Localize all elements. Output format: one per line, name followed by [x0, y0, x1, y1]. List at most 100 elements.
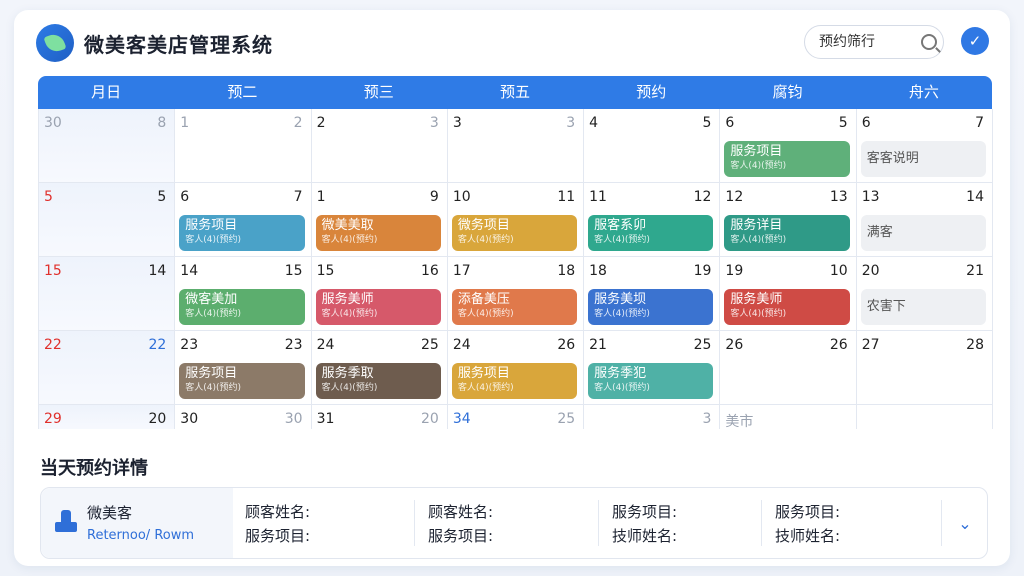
- appointment-subtitle: 客人(4)(预约): [730, 235, 787, 245]
- day-number: 15: [316, 263, 335, 279]
- day-number: 3: [452, 115, 462, 131]
- day-count: 19: [693, 263, 712, 279]
- appointment-subtitle: 客人(4)(预约): [321, 235, 378, 245]
- appointment-chip[interactable]: 微客美加 客人(4)(预约): [179, 289, 305, 325]
- day-number: 23: [180, 337, 199, 353]
- check-icon: ✓: [968, 32, 982, 50]
- calendar-day-cell[interactable]: 12 13 服务详目 客人(4)(预约): [720, 183, 857, 257]
- day-count: 14: [148, 263, 167, 279]
- calendar-weekday-header: 月日 预二 预三 预五 预约 腐钧 舟六: [38, 76, 992, 109]
- calendar-day-cell[interactable]: 19 10 服务美师 客人(4)(预约): [720, 257, 857, 331]
- day-number: 26: [725, 337, 744, 353]
- calendar-day-cell[interactable]: [856, 405, 993, 429]
- day-number: 30: [180, 411, 199, 427]
- appointment-chip[interactable]: 服务美师 客人(4)(预约): [724, 289, 850, 325]
- appointment-chip[interactable]: 服务项目 客人(4)(预约): [724, 141, 850, 177]
- calendar-day-cell[interactable]: 6 7 服务项目 客人(4)(预约): [175, 183, 312, 257]
- store-info[interactable]: 微美客 Reternoo/ Rowm: [41, 488, 233, 558]
- day-count: 18: [557, 263, 576, 279]
- calendar-day-cell[interactable]: 23: [311, 109, 448, 183]
- calendar-day-cell[interactable]: 15 16 服务美师 客人(4)(预约): [311, 257, 448, 331]
- appointment-chip[interactable]: 服务美师 客人(4)(预约): [315, 289, 441, 325]
- calendar-day-cell[interactable]: 1 9 微美美取 客人(4)(预约): [311, 183, 448, 257]
- day-number: 13: [861, 189, 880, 205]
- calendar-day-cell[interactable]: 23 23 服务项目 客人(4)(预约): [175, 331, 312, 405]
- calendar-day-cell[interactable]: 45: [584, 109, 721, 183]
- detail-column: 服务项目: 技师姓名:: [775, 500, 840, 548]
- calendar-day-cell[interactable]: 11 12 服客系卯 客人(4)(预约): [584, 183, 721, 257]
- appointment-chip[interactable]: 添备美压 客人(4)(预约): [451, 289, 578, 325]
- day-number: 27: [861, 337, 880, 353]
- calendar-day-cell[interactable]: 美市: [720, 405, 857, 429]
- calendar-day-cell[interactable]: 22 22: [39, 331, 176, 405]
- calendar-day-cell[interactable]: 10 11 微务项目 客人(4)(预约): [447, 183, 585, 257]
- day-number: 31: [316, 411, 335, 427]
- day-count: 20: [148, 411, 167, 427]
- day-count: 14: [966, 189, 984, 205]
- appointment-title: 服务美坝: [594, 292, 647, 307]
- calendar-day-cell[interactable]: 21 25 服务季犯 客人(4)(预约): [584, 331, 721, 405]
- calendar-day-cell[interactable]: 6 5 服务项目 客人(4)(预约): [720, 109, 857, 183]
- day-number: 24: [452, 337, 471, 353]
- calendar-day-cell[interactable]: 27 28: [856, 331, 993, 405]
- detail-column: 顾客姓名: 服务项目:: [245, 500, 310, 548]
- day-number: 17: [452, 263, 471, 279]
- calendar-day-cell[interactable]: 30 30: [175, 405, 312, 429]
- expand-button[interactable]: ⌄: [955, 514, 975, 534]
- appointment-title: 服务季犯: [594, 366, 647, 381]
- appointment-chip[interactable]: 农害下: [860, 289, 986, 325]
- calendar-day-cell[interactable]: 17 18 添备美压 客人(4)(预约): [447, 257, 585, 331]
- day-number: 22: [44, 337, 62, 353]
- calendar-day-cell[interactable]: 13 14 满客: [856, 183, 993, 257]
- detail-field-label: 服务项目:: [612, 503, 678, 521]
- detail-column: 顾客姓名: 服务项目:: [428, 500, 493, 548]
- detail-field-label: 服务项目:: [245, 527, 311, 545]
- appointment-chip[interactable]: 服务项目 客人(4)(预约): [451, 363, 578, 399]
- appointment-subtitle: 客人(4)(预约): [321, 383, 378, 393]
- appointment-chip[interactable]: 服务详目 客人(4)(预约): [724, 215, 850, 251]
- calendar-day-cell[interactable]: 31 20: [311, 405, 448, 429]
- calendar-grid: 30 8 1 2 2 3 3 3 4 5 6 5 服务项目 客人(4)(预约) 6 7 客客说明 5 5 6 7 服务项目…: [38, 109, 993, 429]
- appointment-chip[interactable]: 服客系卯 客人(4)(预约): [588, 215, 714, 251]
- appointment-title: 微务项目: [457, 218, 510, 233]
- day-number: 6: [180, 189, 190, 205]
- calendar-day-cell[interactable]: 18 19 服务美坝 客人(4)(预约): [584, 257, 721, 331]
- appointment-chip[interactable]: 服务季犯 客人(4)(预约): [588, 363, 714, 399]
- appointment-chip[interactable]: 满客: [860, 215, 986, 251]
- day-count: 10: [829, 263, 848, 279]
- appointment-subtitle: 客人(4)(预约): [457, 309, 514, 319]
- calendar-day-cell[interactable]: 6 7 客客说明: [856, 109, 993, 183]
- calendar-day-cell[interactable]: 15 14: [39, 257, 176, 331]
- search-box[interactable]: [804, 25, 944, 59]
- appointment-chip[interactable]: 服务美坝 客人(4)(预约): [588, 289, 714, 325]
- calendar-day-cell[interactable]: 34 25: [447, 405, 585, 429]
- app-title: 微美客美店管理系统: [84, 33, 273, 57]
- calendar-day-cell[interactable]: 24 26 服务项目 客人(4)(预约): [447, 331, 585, 405]
- appointment-title: 服务美师: [730, 292, 783, 307]
- day-number: 18: [589, 263, 607, 279]
- section-title: 当天预约详情: [40, 458, 148, 479]
- search-icon[interactable]: [921, 34, 937, 50]
- appointment-chip[interactable]: 微美美取 客人(4)(预约): [315, 215, 441, 251]
- calendar-day-cell[interactable]: 20 21 农害下: [856, 257, 993, 331]
- day-number: 20: [861, 263, 880, 279]
- calendar-day-cell[interactable]: 29 20: [39, 405, 176, 429]
- appointment-chip[interactable]: 服务项目 客人(4)(预约): [179, 215, 305, 251]
- appointment-chip[interactable]: 服务项目 客人(4)(预约): [179, 363, 305, 399]
- calendar-day-cell[interactable]: 12: [175, 109, 312, 183]
- calendar-day-cell[interactable]: 30 8: [39, 109, 176, 183]
- appointment-subtitle: 客人(4)(预约): [185, 309, 242, 319]
- calendar-day-cell[interactable]: 3: [584, 405, 721, 429]
- calendar-day-cell[interactable]: 24 25 服务季取 客人(4)(预约): [311, 331, 448, 405]
- appointment-title: 服务项目: [457, 366, 510, 381]
- day-number: 14: [180, 263, 199, 279]
- calendar-day-cell[interactable]: 14 15 微客美加 客人(4)(预约): [175, 257, 312, 331]
- confirm-button[interactable]: ✓: [961, 27, 989, 55]
- appointment-chip[interactable]: 客客说明: [860, 141, 986, 177]
- appointment-chip[interactable]: 微务项目 客人(4)(预约): [451, 215, 578, 251]
- appointment-chip[interactable]: 服务季取 客人(4)(预约): [315, 363, 441, 399]
- calendar-day-cell[interactable]: 33: [447, 109, 585, 183]
- search-input[interactable]: [817, 32, 911, 50]
- calendar-day-cell[interactable]: 26 26: [720, 331, 857, 405]
- calendar-day-cell[interactable]: 55: [39, 183, 176, 257]
